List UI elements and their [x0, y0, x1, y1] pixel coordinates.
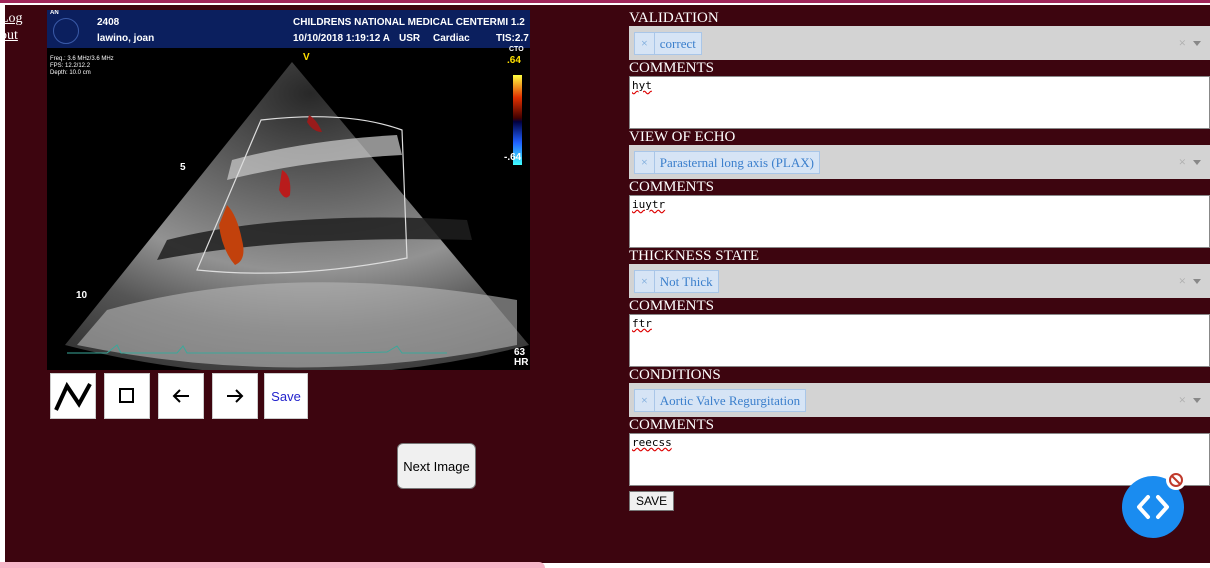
- view-of-echo-label: VIEW OF ECHO: [629, 129, 736, 145]
- dropdown-arrow-icon[interactable]: [1193, 398, 1201, 403]
- dropdown-arrow-icon[interactable]: [1193, 160, 1201, 165]
- validation-label: VALIDATION: [629, 10, 719, 26]
- conditions-comment-text: reecss: [632, 436, 672, 449]
- rectangle-tool-button[interactable]: [104, 373, 150, 419]
- echo-image: AN 2408 lawino, joan CHILDRENS NATIONAL …: [47, 10, 530, 370]
- dropdown-arrow-icon[interactable]: [1193, 41, 1201, 46]
- conditions-label: CONDITIONS: [629, 367, 721, 383]
- clear-icon[interactable]: ×: [1179, 35, 1186, 51]
- validation-comment-text: hyt: [632, 79, 652, 92]
- annotation-form: VALIDATION × correct × COMMENTS hyt VIEW…: [629, 10, 1210, 511]
- view-of-echo-tag: × Parasternal long axis (PLAX): [634, 151, 820, 174]
- zigzag-icon: [54, 381, 92, 411]
- thickness-state-tag: × Not Thick: [634, 270, 719, 293]
- echo-depth-10: 10: [76, 290, 88, 301]
- conditions-comments-label: COMMENTS: [629, 417, 715, 433]
- code-brackets-icon: [1137, 495, 1169, 519]
- tag-remove-icon[interactable]: ×: [635, 390, 655, 411]
- freehand-tool-button[interactable]: [50, 373, 96, 419]
- save-annotation-button[interactable]: Save: [264, 373, 308, 419]
- echo-hr-label: HR: [514, 357, 529, 368]
- blocked-badge: [1166, 470, 1186, 490]
- conditions-tag-text: Aortic Valve Regurgitation: [659, 392, 801, 408]
- square-icon: [119, 388, 134, 403]
- echo-scale-bottom: -.64: [504, 152, 522, 163]
- view-of-echo-select[interactable]: × Parasternal long axis (PLAX) ×: [629, 145, 1210, 179]
- view-of-echo-tag-text: Parasternal long axis (PLAX): [659, 154, 814, 170]
- thickness-state-comments-textarea[interactable]: ftr: [629, 314, 1210, 367]
- tag-remove-icon[interactable]: ×: [635, 33, 655, 54]
- echo-sector-scan: [65, 62, 529, 370]
- redo-button[interactable]: [212, 373, 258, 419]
- view-of-echo-comment-text: iuytr: [632, 198, 666, 211]
- clear-icon[interactable]: ×: [1179, 273, 1186, 289]
- validation-comments-label: COMMENTS: [629, 60, 715, 76]
- validation-comments-textarea[interactable]: hyt: [629, 76, 1210, 129]
- top-accent-line: [0, 0, 1210, 3]
- bottom-status-bar: [0, 562, 545, 568]
- arrow-left-icon: [172, 389, 189, 403]
- no-entry-icon: [1169, 473, 1183, 487]
- form-save-button[interactable]: SAVE: [629, 491, 675, 511]
- echo-probe-marker: V: [303, 52, 310, 63]
- echo-scale-top: .64: [507, 55, 521, 66]
- logout-link[interactable]: Log out: [0, 10, 24, 44]
- conditions-tag: × Aortic Valve Regurgitation: [634, 389, 807, 412]
- validation-tag-text: correct: [659, 35, 696, 51]
- thickness-state-tag-text: Not Thick: [659, 273, 713, 289]
- undo-button[interactable]: [158, 373, 204, 419]
- thickness-state-label: THICKNESS STATE: [629, 248, 760, 264]
- thickness-state-comment-text: ftr: [632, 317, 652, 330]
- echo-cto-label: CTO: [509, 46, 524, 53]
- thickness-state-select[interactable]: × Not Thick ×: [629, 264, 1210, 298]
- tag-remove-icon[interactable]: ×: [635, 152, 655, 173]
- clear-icon[interactable]: ×: [1179, 392, 1186, 408]
- view-of-echo-comments-textarea[interactable]: iuytr: [629, 195, 1210, 248]
- next-image-button[interactable]: Next Image: [397, 443, 476, 489]
- thickness-state-comments-label: COMMENTS: [629, 298, 715, 314]
- dropdown-arrow-icon[interactable]: [1193, 279, 1201, 284]
- clear-icon[interactable]: ×: [1179, 154, 1186, 170]
- validation-tag: × correct: [634, 32, 702, 55]
- arrow-right-icon: [227, 389, 244, 403]
- echo-depth-5: 5: [180, 162, 186, 173]
- tag-remove-icon[interactable]: ×: [635, 271, 655, 292]
- validation-select[interactable]: × correct ×: [629, 26, 1210, 60]
- conditions-select[interactable]: × Aortic Valve Regurgitation ×: [629, 383, 1210, 417]
- view-of-echo-comments-label: COMMENTS: [629, 179, 715, 195]
- conditions-comments-textarea[interactable]: reecss: [629, 433, 1210, 486]
